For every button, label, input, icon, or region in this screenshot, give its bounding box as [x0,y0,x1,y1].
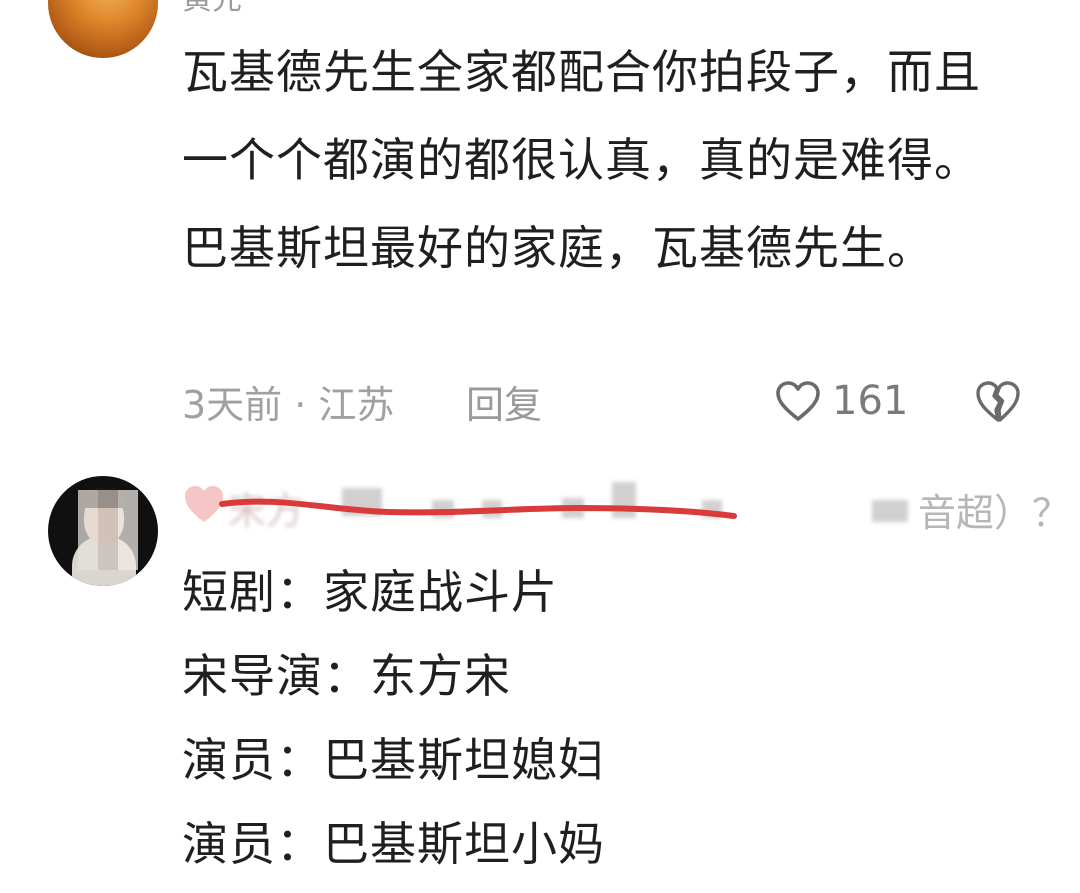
comment-text-lines: 短剧：家庭战斗片 宋导演：东方宋 演员：巴基斯坦媳妇 演员：巴基斯坦小妈 [182,550,605,886]
comment-line: 演员：巴基斯坦媳妇 [182,733,605,787]
like-count: 161 [832,378,909,424]
comment-line: 短剧：家庭战斗片 [182,565,558,619]
author-line[interactable]: 宋方 音超）？ [182,476,1070,536]
reply-button[interactable]: 回复 [466,374,542,429]
user-avatar[interactable] [48,0,158,58]
user-avatar[interactable] [48,476,158,586]
comment-text: 瓦基德先生全家都配合你拍段子，而且一个个都演的都很认真，真的是难得。巴基斯坦最好… [182,45,981,275]
red-annotation-line [219,498,737,519]
comment-item: 宋方 音超）？ 短剧：家庭战斗片 宋导演：东方宋 演员：巴基斯坦媳妇 演员：巴基… [0,460,1080,893]
like-button[interactable]: 161 [774,376,908,426]
dislike-button[interactable] [974,378,1022,424]
author-tail: 音超）？ [918,491,1071,535]
heart-outline-icon [776,381,820,421]
comment-line: 演员：巴基斯坦小妈 [182,817,605,871]
comment-meta: 3天前 · 江苏 回复 [182,374,542,429]
comment-line: 宋导演：东方宋 [182,649,511,703]
time-location: 3天前 · 江苏 [182,383,395,427]
comment-item: 黄先 瓦基德先生全家都配合你拍段子，而且一个个都演的都很认真，真的是难得。巴基斯… [0,0,1080,460]
broken-heart-icon [976,381,1020,422]
author-name[interactable]: 黄先 [182,0,242,18]
